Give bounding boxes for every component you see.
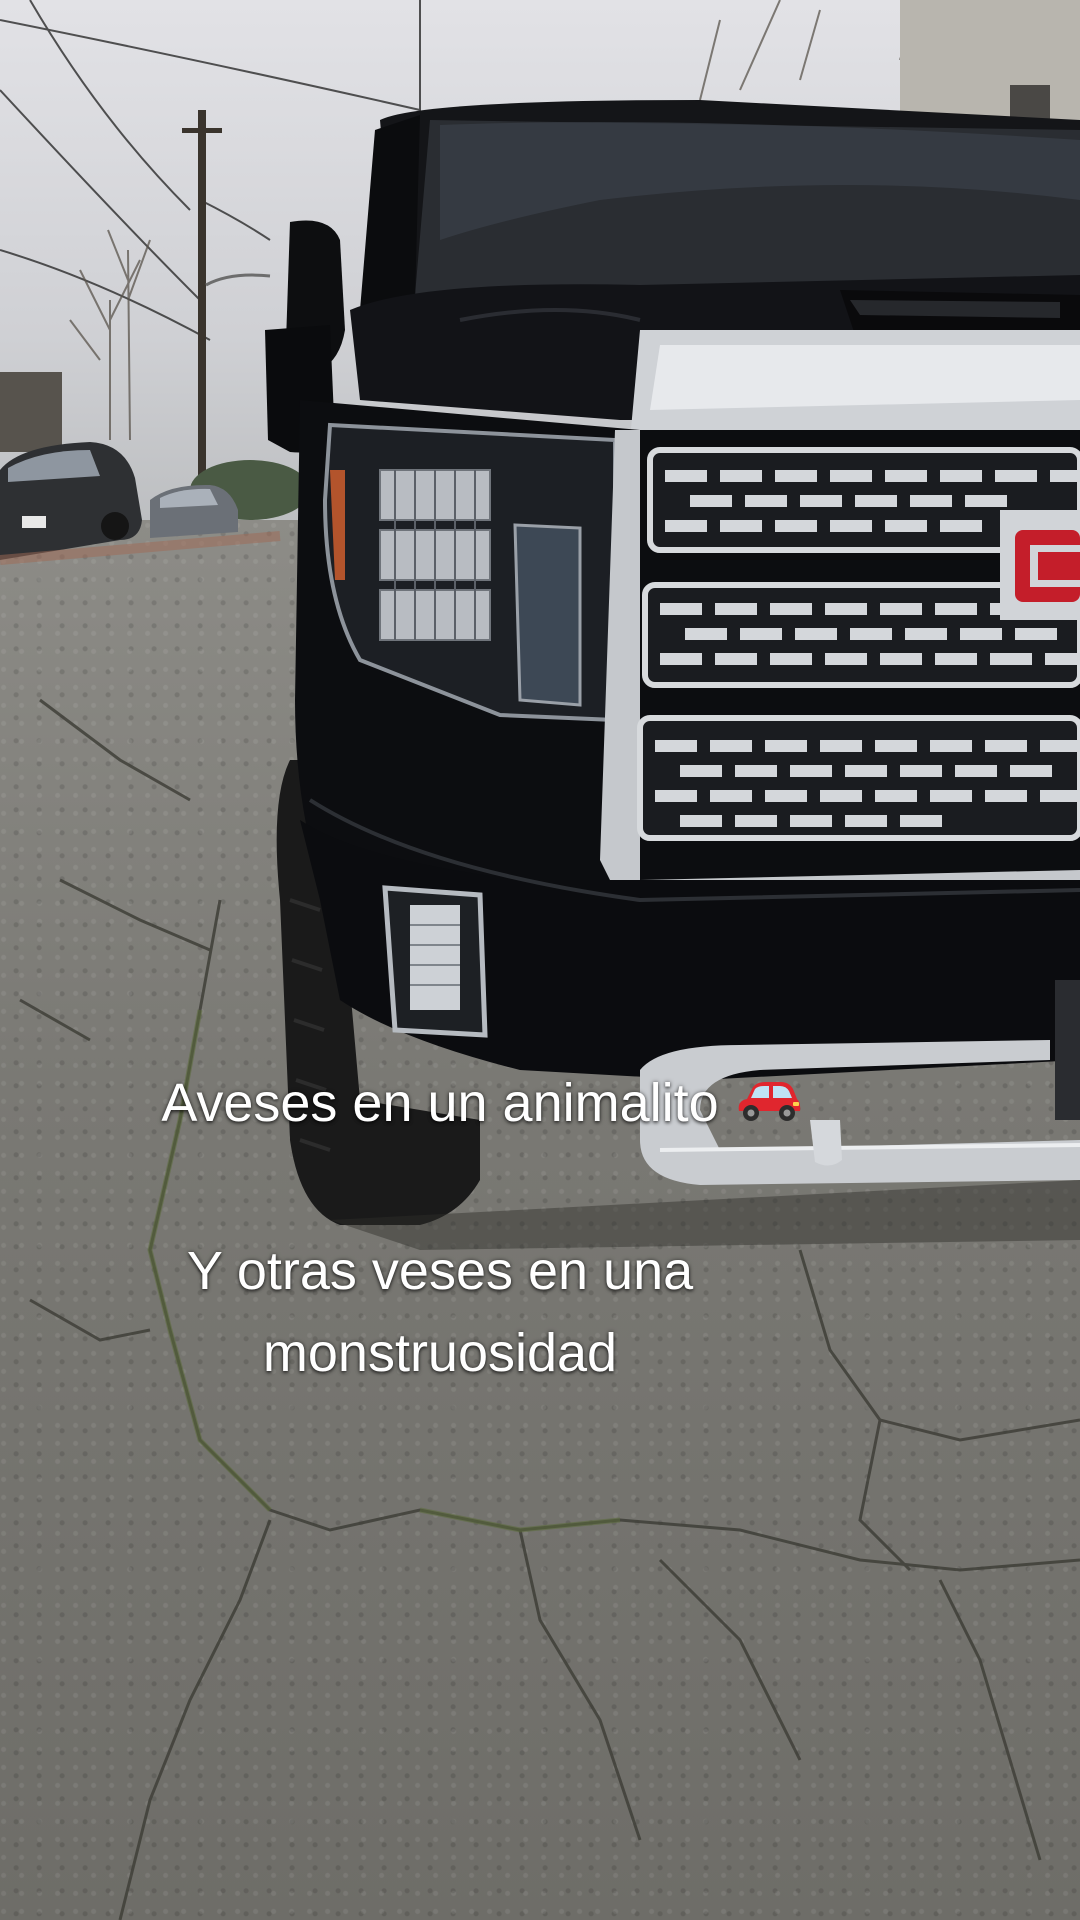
- parked-car-2: [150, 484, 238, 538]
- red-car-icon: [738, 1082, 800, 1121]
- building-left: [0, 372, 62, 452]
- fog-light: [382, 885, 488, 1038]
- caption-block-2: Y otras veses en una monstruosidad: [0, 1238, 980, 1386]
- license-plate-edge: [1055, 980, 1080, 1120]
- caption-line-1: Aveses en un animalito: [0, 1070, 1022, 1136]
- gmc-emblem: [1000, 510, 1080, 620]
- caption-text-2: Y otras veses en una: [186, 1241, 694, 1301]
- parked-car-1: [0, 442, 142, 560]
- grille: [637, 447, 1080, 841]
- photo-illustration: [0, 0, 1080, 1920]
- power-lines: [0, 0, 421, 341]
- photo-scene: Aveses en un animalito Y otras veses en …: [0, 0, 1080, 1920]
- caption-text-1: Aveses en un animalito: [161, 1073, 719, 1133]
- caption-text-3: monstruosidad: [262, 1323, 618, 1383]
